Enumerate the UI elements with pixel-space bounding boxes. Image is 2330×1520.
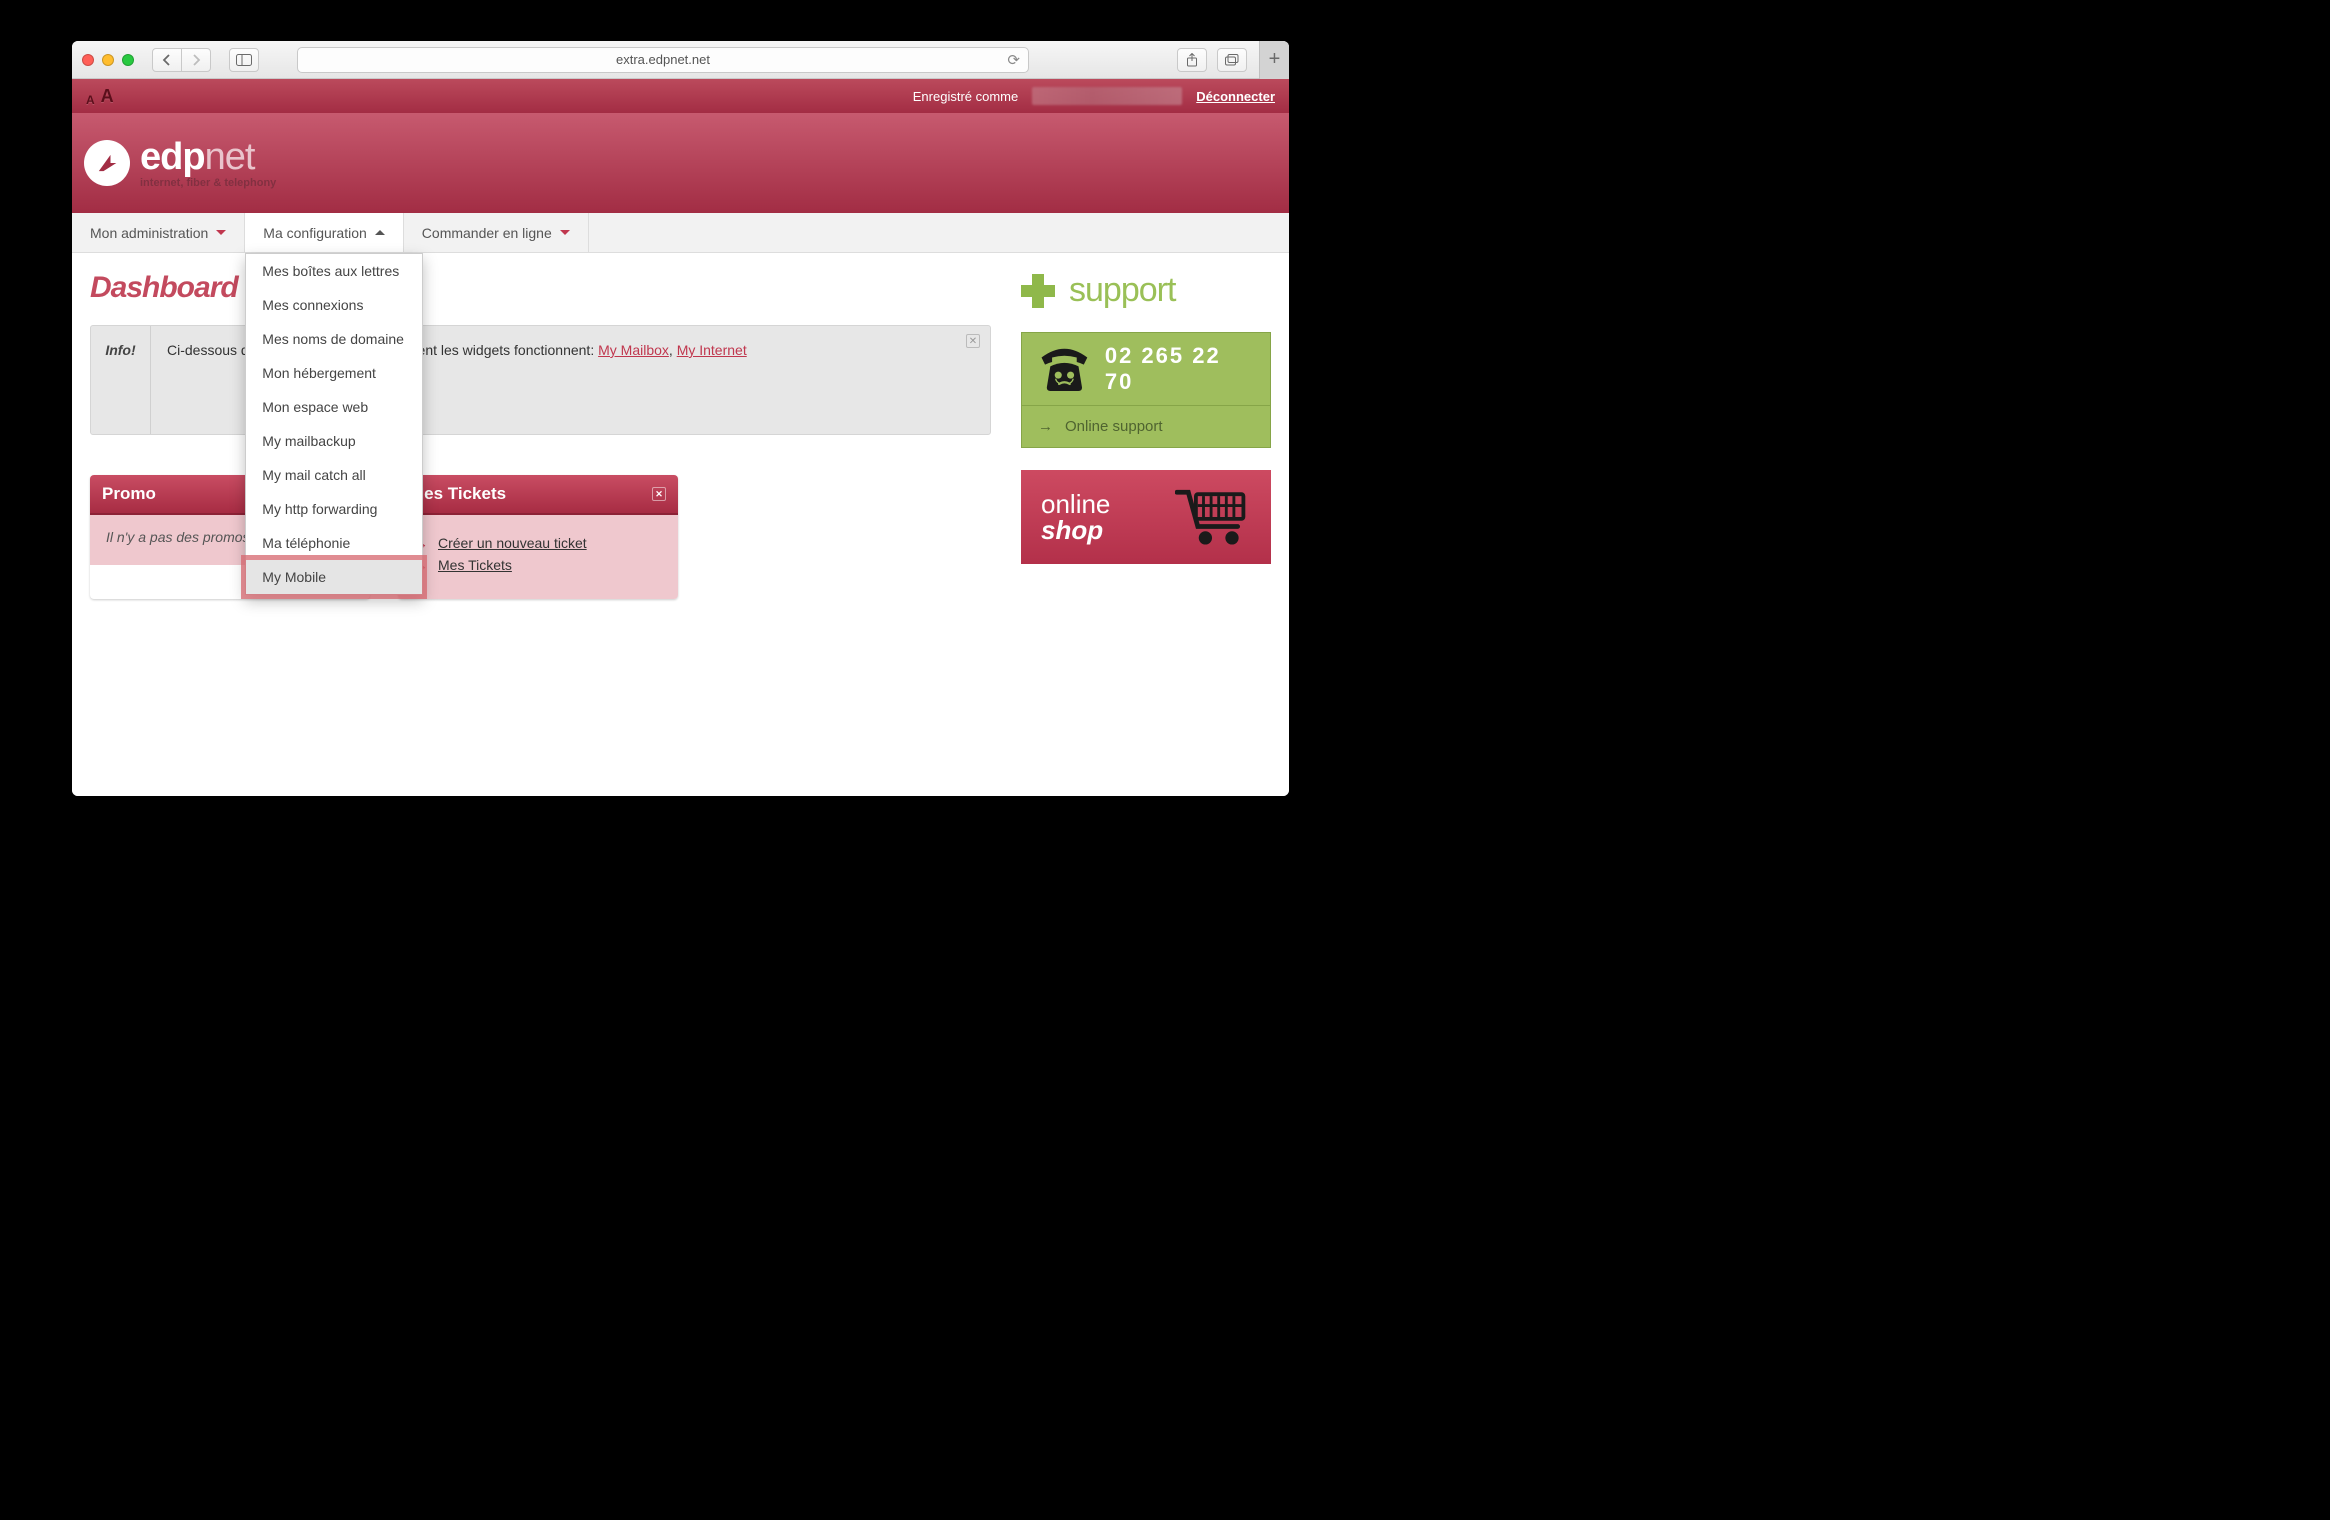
sidebar: support 02 265 22 70 → [1021,271,1271,766]
chevron-down-icon [560,230,570,235]
reload-icon[interactable]: ⟳ [1007,51,1020,69]
widget-tickets: Mes Tickets ✕ → Créer un nouveau ticket … [398,475,678,599]
online-shop-box[interactable]: online shop [1021,470,1271,564]
cart-icon [1175,486,1251,548]
logout-link[interactable]: Déconnecter [1196,89,1275,104]
brand-bold: edp [140,136,205,178]
nav-back-forward [152,48,211,72]
info-label: Info! [91,326,151,434]
brand-header: edpnet internet, fiber & telephony [72,113,1289,213]
sidebar-button[interactable] [229,48,259,72]
close-icon[interactable]: ✕ [966,334,980,348]
dropdown-item-domains[interactable]: Mes noms de domaine [246,322,422,356]
widget-promo-title: Promo [102,484,156,504]
support-header: support [1021,271,1271,310]
link-create-ticket[interactable]: Créer un nouveau ticket [438,535,587,551]
shop-line2: shop [1041,517,1110,543]
info-link-mailbox[interactable]: My Mailbox [598,342,669,358]
nav-config[interactable]: Ma configuration Mes boîtes aux lettres … [245,213,404,252]
online-support-link[interactable]: → Online support [1022,405,1270,447]
zoom-window-icon[interactable] [122,54,134,66]
brand-tagline: internet, fiber & telephony [140,178,276,189]
dropdown-item-mobile[interactable]: My Mobile [246,560,422,594]
shop-line1: online [1041,491,1110,517]
chevron-up-icon [375,230,385,235]
browser-window: extra.edpnet.net ⟳ + A A Enregistré comm… [72,41,1289,796]
main-nav: Mon administration Ma configuration Mes … [72,213,1289,253]
dropdown-item-telephony[interactable]: Ma téléphonie [246,526,422,560]
share-button[interactable] [1177,48,1207,72]
dropdown-item-catchall[interactable]: My mail catch all [246,458,422,492]
dropdown-item-httpfwd[interactable]: My http forwarding [246,492,422,526]
page-title: Dashboard [90,271,991,305]
online-support-label: Online support [1065,418,1163,435]
logged-in-label: Enregistré comme [913,89,1018,104]
dropdown-item-webspace[interactable]: Mon espace web [246,390,422,424]
close-window-icon[interactable] [82,54,94,66]
minimize-window-icon[interactable] [102,54,114,66]
text-size-controls: A A [86,86,114,107]
url-text: extra.edpnet.net [616,52,710,67]
widget-close-icon[interactable]: ✕ [652,487,666,501]
tabs-button[interactable] [1217,48,1247,72]
config-dropdown: Mes boîtes aux lettres Mes connexions Me… [245,253,423,595]
info-box: Info! Ci-dessous quelques petits filmes … [90,325,991,435]
nav-order-label: Commander en ligne [422,225,552,241]
widgets-row: Promo ✕ Il n'y a pas des promos. Mes Tic… [90,475,991,599]
text-size-increase[interactable]: A [101,86,114,107]
brand-light: net [205,136,255,178]
plus-icon [1021,274,1055,308]
dropdown-item-connections[interactable]: Mes connexions [246,288,422,322]
link-my-tickets[interactable]: Mes Tickets [438,557,512,573]
dropdown-item-mailbackup[interactable]: My mailbackup [246,424,422,458]
info-link-internet[interactable]: My Internet [677,342,747,358]
forward-button[interactable] [181,48,211,72]
support-phone-number: 02 265 22 70 [1105,343,1254,395]
site-logo[interactable]: edpnet internet, fiber & telephony [84,138,276,189]
widget-promo-body: Il n'y a pas des promos. [106,529,253,545]
nav-admin-label: Mon administration [90,225,208,241]
new-tab-button[interactable]: + [1259,41,1289,79]
utility-bar: A A Enregistré comme Déconnecter [72,79,1289,113]
browser-titlebar: extra.edpnet.net ⟳ + [72,41,1289,79]
chevron-down-icon [216,230,226,235]
support-label: support [1069,271,1175,310]
nav-admin[interactable]: Mon administration [72,213,245,252]
address-bar[interactable]: extra.edpnet.net ⟳ [297,47,1029,73]
dropdown-item-hosting[interactable]: Mon hébergement [246,356,422,390]
logo-icon [84,140,130,186]
phone-icon [1038,344,1091,394]
widget-tickets-title: Mes Tickets [410,484,506,504]
support-box: 02 265 22 70 → Online support [1021,332,1271,448]
username-redacted [1032,87,1182,105]
dropdown-item-mailboxes[interactable]: Mes boîtes aux lettres [246,254,422,288]
back-button[interactable] [152,48,182,72]
info-separator: , [669,342,677,358]
nav-order[interactable]: Commander en ligne [404,213,589,252]
nav-config-label: Ma configuration [263,225,367,241]
text-size-decrease[interactable]: A [86,93,95,107]
arrow-right-icon: → [1038,418,1053,435]
traffic-lights [82,54,134,66]
